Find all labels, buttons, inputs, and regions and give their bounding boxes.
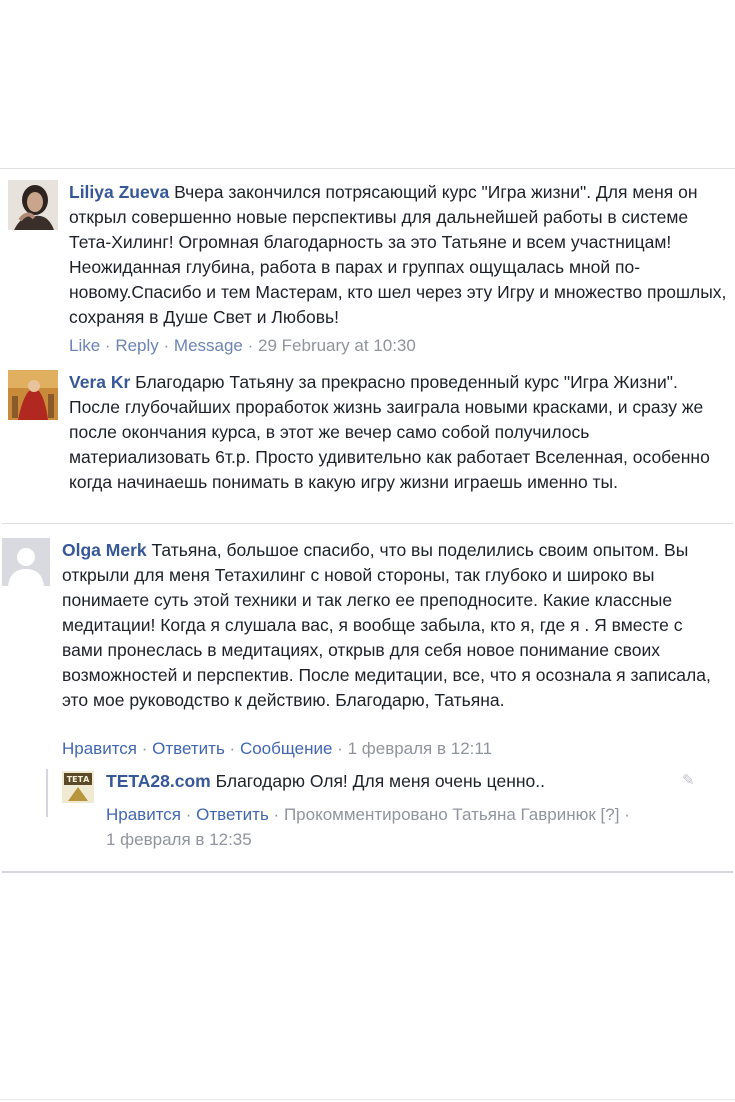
help-link[interactable]: [?] [601,805,620,824]
top-divider [0,168,735,169]
like-link[interactable]: Нравится [106,805,181,824]
commented-by: Прокомментировано Татьяна Гавринюк [283,805,596,824]
avatar[interactable] [8,180,58,230]
comment: Liliya Zueva Вчера закончился потрясающи… [8,180,728,360]
comment-text: Благодарю Татьяну за прекрасно проведенн… [69,372,710,492]
reply-link[interactable]: Ответить [196,805,269,824]
comment-author[interactable]: Liliya Zueva [69,182,169,202]
comment-actions: Нравится · Ответить · Прокомментировано … [106,805,630,849]
comment-actions: Like · Reply · Message · 29 February at … [69,336,416,355]
reply-link[interactable]: Ответить [152,739,225,758]
comment-body: Olga Merk Татьяна, большое спасибо, что … [62,538,717,713]
avatar[interactable] [8,370,58,420]
comment-author[interactable]: Vera Kr [69,372,130,392]
comment-timestamp[interactable]: 29 February at 10:30 [258,336,416,355]
svg-text:ТЕТА: ТЕТА [67,775,90,784]
like-link[interactable]: Нравится [62,739,137,758]
comment-timestamp[interactable]: 1 февраля в 12:35 [106,830,252,849]
comment-text: Благодарю Оля! Для меня очень ценно.. [215,771,546,791]
reply-thread-line [46,769,48,817]
comment-body: Liliya Zueva Вчера закончился потрясающи… [69,180,729,330]
comment-author[interactable]: Olga Merk [62,540,147,560]
comment-timestamp[interactable]: 1 февраля в 12:11 [348,739,492,758]
comment-card: Olga Merk Татьяна, большое спасибо, что … [2,523,733,873]
comment-text: Татьяна, большое спасибо, что вы поделил… [62,540,711,710]
comment-text: Вчера закончился потрясающий курс "Игра … [69,182,727,327]
comment: Olga Merk Татьяна, большое спасибо, что … [2,538,730,768]
message-link[interactable]: Сообщение [240,739,333,758]
comment-body: TETA28.com Благодарю Оля! Для меня очень… [106,769,666,794]
default-avatar-icon[interactable] [2,538,50,586]
bottom-divider [0,1099,735,1100]
reply-link[interactable]: Reply [115,336,158,355]
comment-author[interactable]: TETA28.com [106,771,211,791]
comment-actions: Нравится · Ответить · Сообщение · 1 февр… [62,739,493,758]
like-link[interactable]: Like [69,336,100,355]
reply-comment: ТЕТА TETA28.com Благодарю Оля! Для меня … [62,769,722,859]
message-link[interactable]: Message [174,336,243,355]
comment-body: Vera Kr Благодарю Татьяну за прекрасно п… [69,370,729,495]
comment: Vera Kr Благодарю Татьяну за прекрасно п… [8,370,728,520]
pencil-icon[interactable]: ✎ [682,771,695,789]
page-avatar[interactable]: ТЕТА [62,771,94,803]
